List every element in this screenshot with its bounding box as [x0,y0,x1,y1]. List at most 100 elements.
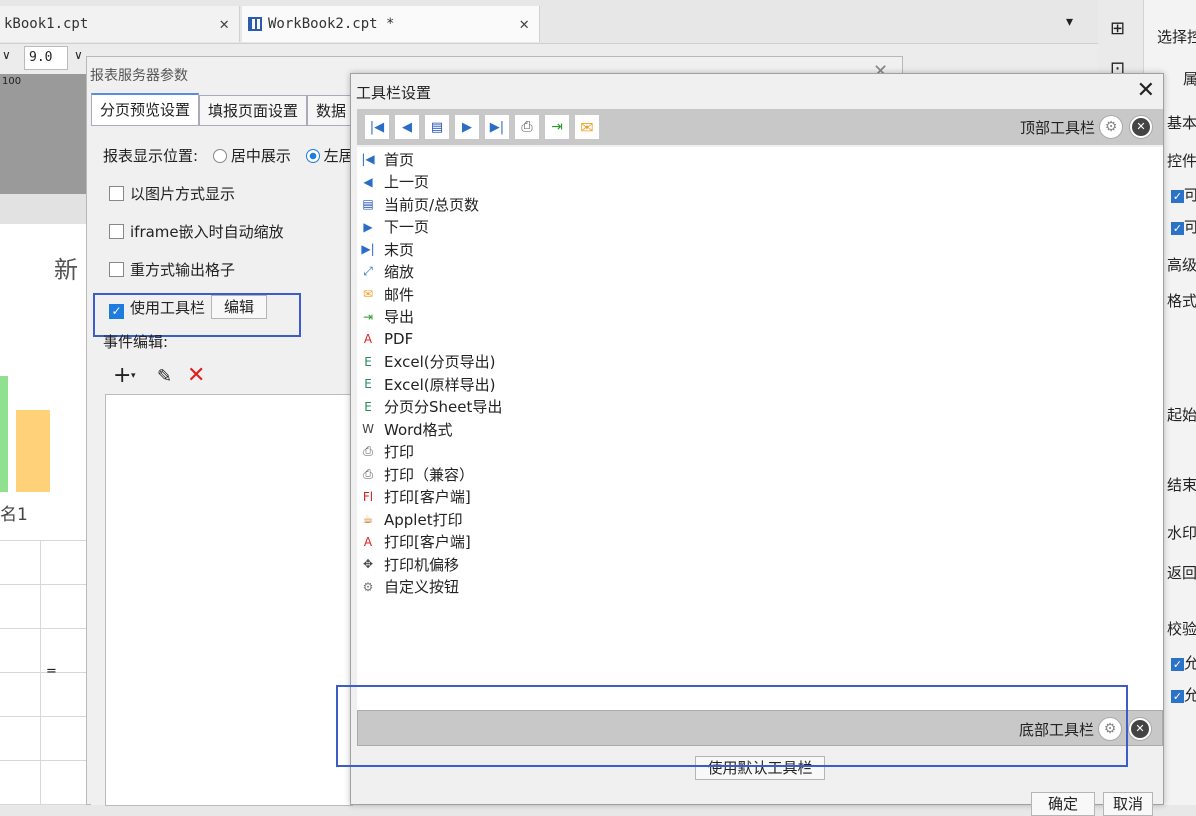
tab-workbook1[interactable]: kBook1.cpt ✕ [0,6,240,42]
panel-section[interactable]: 基本 [1167,112,1196,133]
top-toolbar-label: 顶部工具栏 [1019,119,1095,137]
chart-bar [16,410,50,492]
toolbar-item[interactable]: ⤢ 缩放 [359,261,414,283]
toolbar-item[interactable]: ⚙ 自定义按钮 [359,576,459,598]
toolbar-item-label: 首页 [384,150,415,169]
window-menu-icon[interactable]: ▾ [1066,14,1073,30]
font-size-field[interactable]: 9.0 [24,46,68,70]
panel-label: 可 [1184,218,1196,236]
toolbar-item[interactable]: ▶ 下一页 [359,216,429,238]
panel-label: 起始 [1167,406,1196,424]
checkbox[interactable]: ✓ [1171,690,1184,703]
add-icon[interactable]: + [113,363,131,388]
dialog-title: 报表服务器参数 [90,68,188,84]
panel-tab[interactable]: 属 [1183,68,1196,89]
toolbar-item[interactable]: W Word格式 [359,418,453,440]
dropdown-arrow-icon[interactable]: ▾ [131,371,136,381]
panel-section[interactable]: 校验 [1167,618,1196,639]
pencil-icon[interactable]: ✎ [157,366,172,387]
toolbar-item[interactable]: E 分页分Sheet导出 [359,396,502,418]
cancel-button[interactable]: 取消 [1103,792,1153,816]
prev-page-icon[interactable]: ◀ [395,115,419,139]
toolbar-item[interactable]: ☕ Applet打印 [359,508,463,530]
toolbar-item-label: 自定义按钮 [384,578,460,596]
delete-icon[interactable]: ✕ [187,363,205,388]
mail-icon[interactable]: ✉ [575,115,599,139]
tab-data[interactable]: 数据 [307,95,356,125]
toolbar-item[interactable]: |◀ 首页 [359,148,414,170]
checkbox[interactable]: ✓ [1171,190,1184,203]
panel-section[interactable]: 高级 [1167,254,1196,275]
toolbar-item[interactable]: ✥ 打印机偏移 [359,553,459,575]
close-circle-icon[interactable]: ✕ [1128,717,1152,741]
first-page-icon[interactable]: |◀ [365,115,389,139]
dropdown-arrow-icon[interactable]: ∨ [74,48,83,62]
toolbar-item-label: 下一页 [384,218,430,236]
toolbar-item-label: 打印[客户端] [384,488,471,506]
top-toolbar-items: |◀ ◀ ▤ ▶ ▶| ⎙ ⇥ ✉ [365,115,599,139]
close-icon[interactable]: ✕ [1137,78,1155,103]
tab-workbook2[interactable]: WorkBook2.cpt * ✕ [242,6,540,42]
iframe-zoom-checkbox[interactable] [109,224,124,239]
tab-label: WorkBook2.cpt * [268,16,395,32]
dialog-title: 工具栏设置 [356,84,432,102]
toolbar-item[interactable]: ⎙ 打印（兼容） [359,463,474,485]
close-tab-icon[interactable]: ✕ [219,14,229,33]
toolbar-item[interactable]: ✉ 邮件 [359,283,414,305]
gear-icon[interactable]: ⚙ [1099,115,1123,139]
move-icon: ✥ [362,557,374,571]
toolbar-item[interactable]: A 打印[客户端] [359,531,471,553]
toolbar-item-label: Excel(原样导出) [384,375,496,394]
checkbox[interactable]: ✓ [1171,222,1184,235]
toolbar-item[interactable]: ▶| 末页 [359,238,414,260]
export-icon[interactable]: ⇥ [545,115,569,139]
toolbar-item-label: 打印（兼容） [384,465,475,484]
toolbar-item[interactable]: E Excel(分页导出) [359,351,495,373]
toolbar-item-label: Word格式 [384,420,453,439]
toolbar-item-label: PDF [384,330,414,348]
toolbar-item[interactable]: Fl 打印[客户端] [359,486,471,508]
chart-bar [0,376,8,492]
toolbar-item[interactable]: E Excel(原样导出) [359,373,495,395]
toolbar-item-label: 分页分Sheet导出 [384,398,503,416]
close-circle-icon[interactable]: ✕ [1129,115,1153,139]
page-count-icon[interactable]: ▤ [425,115,449,139]
event-edit-label: 事件编辑: [103,333,169,351]
repeat-cell-checkbox[interactable] [109,262,124,277]
toolbar-item[interactable]: ⇥ 导出 [359,306,414,328]
toolbar-item[interactable]: ▤ 当前页/总页数 [359,193,479,215]
dropdown-arrow-icon[interactable]: ∨ [2,48,11,62]
print-icon: ⎙ [363,466,373,481]
close-tab-icon[interactable]: ✕ [519,14,529,33]
radio-left[interactable] [305,149,320,163]
toolbar-item[interactable]: A PDF [359,328,413,350]
document-tab-bar: kBook1.cpt ✕ WorkBook2.cpt * ✕ ▾ [0,0,1098,44]
export-icon: ⇥ [362,309,374,324]
radio-center[interactable] [212,149,227,163]
spreadsheet-area: 100 新 名1 = [0,74,88,805]
next-page-icon: ▶ [363,219,373,234]
next-page-icon[interactable]: ▶ [455,115,479,139]
image-mode-checkbox[interactable] [109,186,124,201]
prev-page-icon: ◀ [363,174,373,189]
toolbar-item[interactable]: ⎙ 打印 [359,441,414,463]
print-icon[interactable]: ⎙ [515,115,539,139]
cell-properties-icon[interactable]: ⊞ [1110,18,1125,39]
mail-icon: ✉ [362,287,374,301]
zoom-icon: ⤢ [363,264,373,278]
option-label: 重方式输出格子 [130,261,236,279]
checkbox[interactable]: ✓ [1171,658,1184,671]
ok-button[interactable]: 确定 [1031,792,1095,816]
event-list[interactable] [105,394,353,806]
page-count-icon: ▤ [362,197,374,211]
toolbar-item-label: 打印[客户端] [384,533,471,551]
last-page-icon[interactable]: ▶| [485,115,509,139]
tab-paging-preview[interactable]: 分页预览设置 [91,93,200,125]
grid-cells [0,540,88,805]
tab-label: kBook1.cpt [4,16,89,32]
ruler-label: 100 [2,76,22,87]
toolbar-item[interactable]: ◀ 上一页 [359,171,429,193]
toolbar-item-label: Applet打印 [384,510,463,529]
tab-fill-page[interactable]: 填报页面设置 [199,95,308,125]
top-toolbar-dropzone[interactable]: |◀ ◀ ▤ ▶ ▶| ⎙ ⇥ ✉ 顶部工具栏 ⚙ ✕ [357,109,1163,145]
